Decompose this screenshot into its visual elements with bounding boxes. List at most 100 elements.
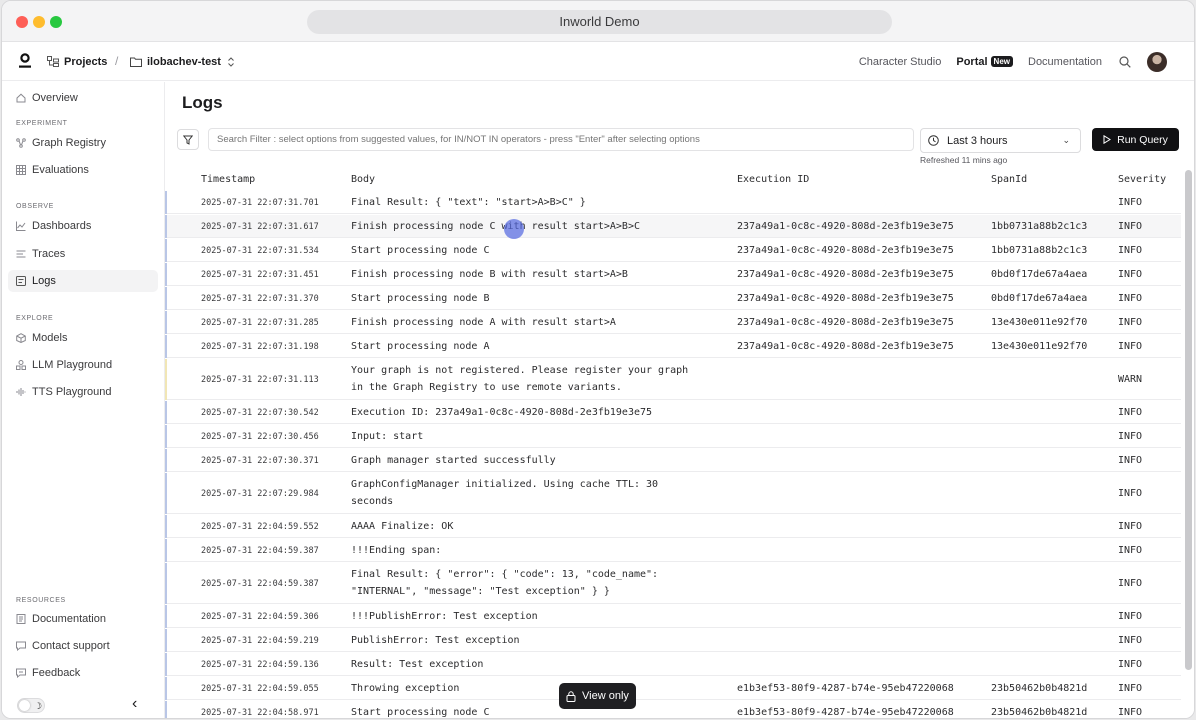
table-row[interactable]: 2025-07-31 22:07:31.198 Start processing …: [165, 335, 1181, 358]
table-row[interactable]: 2025-07-31 22:04:59.136 Result: Test exce…: [165, 653, 1181, 676]
run-query-button[interactable]: Run Query: [1092, 128, 1179, 151]
table-row[interactable]: 2025-07-31 22:04:59.552 AAAA Finalize: OK…: [165, 515, 1181, 538]
nav-portal[interactable]: Portal New: [956, 56, 1013, 68]
table-row[interactable]: 2025-07-31 22:04:58.971 Start processing …: [165, 701, 1181, 718]
section-explore: EXPLORE: [16, 315, 54, 322]
table-row[interactable]: 2025-07-31 22:07:30.371 Graph manager sta…: [165, 449, 1181, 472]
run-query-label: Run Query: [1117, 133, 1168, 146]
cell-body: Input: start: [351, 431, 424, 442]
theme-toggle[interactable]: ☽: [17, 698, 45, 713]
project-selector[interactable]: ilobachev-test: [130, 42, 240, 81]
sidebar-item-graph-registry[interactable]: Graph Registry: [16, 132, 106, 154]
chevron-updown-icon: [228, 56, 234, 67]
cell-severity: INFO: [1118, 268, 1143, 280]
row-severity-bar: [165, 605, 167, 628]
breadcrumb-separator: /: [115, 54, 119, 68]
table-row[interactable]: 2025-07-31 22:07:31.285 Finish processing…: [165, 311, 1181, 334]
maximize-window-button[interactable]: [50, 16, 62, 28]
table-row[interactable]: 2025-07-31 22:07:31.617 Finish processing…: [165, 215, 1181, 238]
table-row[interactable]: 2025-07-31 22:07:31.701 Final Result: { "…: [165, 191, 1181, 214]
cell-body: "INTERNAL", "message": "Test exception" …: [351, 586, 610, 597]
avatar[interactable]: [1147, 51, 1167, 72]
cell-body: !!!PublishError: Test exception: [351, 611, 538, 622]
sidebar-item-feedback[interactable]: Feedback: [16, 662, 80, 684]
cell-body: Finish processing node C with result sta…: [351, 221, 640, 232]
cell-timestamp: 2025-07-31 22:07:30.542: [201, 407, 319, 418]
table-header: Timestamp Body Execution ID SpanId Sever…: [165, 170, 1181, 191]
sidebar-item-documentation[interactable]: Documentation: [16, 608, 106, 630]
clock-icon: [928, 135, 939, 146]
column-header-timestamp[interactable]: Timestamp: [201, 174, 255, 185]
sidebar-item-llm-playground[interactable]: LLM Playground: [16, 354, 112, 376]
cell-body: seconds: [351, 496, 394, 507]
table-row[interactable]: 2025-07-31 22:04:59.306 !!!PublishError: …: [165, 605, 1181, 628]
column-header-severity[interactable]: Severity: [1118, 174, 1166, 185]
table-row[interactable]: 2025-07-31 22:07:31.534 Start processing …: [165, 239, 1181, 262]
page-title: Logs: [182, 93, 223, 112]
view-only-label: View only: [582, 690, 629, 702]
list-icon: [16, 250, 26, 258]
table-row[interactable]: 2025-07-31 22:07:29.984 GraphConfigManage…: [165, 473, 1181, 514]
nav-portal-label: Portal: [956, 55, 988, 68]
nav-documentation[interactable]: Documentation: [1028, 56, 1102, 68]
moon-icon: ☽: [34, 701, 43, 711]
table-row[interactable]: 2025-07-31 22:07:30.456 Input: start INFO: [165, 425, 1181, 448]
row-severity-bar: [165, 677, 167, 700]
table-row[interactable]: 2025-07-31 22:07:31.451 Finish processing…: [165, 263, 1181, 286]
sidebar-item-evaluations[interactable]: Evaluations: [16, 159, 89, 181]
column-header-body[interactable]: Body: [351, 174, 375, 185]
sidebar-item-label: LLM Playground: [32, 359, 113, 371]
cell-body: Start processing node C: [351, 245, 490, 256]
table-row[interactable]: 2025-07-31 22:04:59.387 !!!Ending span: IN…: [165, 539, 1181, 562]
column-header-span-id[interactable]: SpanId: [991, 174, 1027, 185]
cell-span-id: 0bd0f17de67a4aea: [991, 292, 1088, 304]
minimize-window-button[interactable]: [33, 16, 45, 28]
sidebar-item-tts-playground[interactable]: TTS Playground: [16, 381, 111, 403]
sidebar-item-label: Graph Registry: [32, 137, 106, 149]
search-filter-input[interactable]: [208, 128, 914, 151]
cell-severity: INFO: [1118, 340, 1143, 352]
filter-button[interactable]: [177, 129, 199, 150]
cell-severity: WARN: [1118, 373, 1143, 385]
time-range-value: Last 3 hours: [947, 134, 1008, 147]
cell-body: Your graph is not registered. Please reg…: [351, 365, 689, 376]
sidebar-item-models[interactable]: Models: [16, 327, 67, 349]
row-severity-bar: [165, 359, 167, 400]
row-severity-bar: [165, 539, 167, 562]
table-row[interactable]: 2025-07-31 22:07:31.370 Start processing …: [165, 287, 1181, 310]
collapse-sidebar-icon[interactable]: ‹: [132, 695, 137, 713]
table-row[interactable]: 2025-07-31 22:04:59.387 Final Result: { "…: [165, 563, 1181, 604]
row-severity-bar: [165, 653, 167, 676]
filter-icon: [183, 135, 193, 145]
projects-label: Projects: [64, 55, 108, 68]
sidebar-item-label: Models: [32, 332, 68, 344]
sidebar-item-overview[interactable]: Overview: [16, 87, 78, 109]
table-row[interactable]: 2025-07-31 22:04:59.219 PublishError: Tes…: [165, 629, 1181, 652]
scrollbar[interactable]: [1185, 170, 1192, 670]
sidebar-item-label: Feedback: [32, 667, 81, 679]
sidebar-item-traces[interactable]: Traces: [16, 243, 65, 265]
cell-severity: INFO: [1118, 610, 1143, 622]
nav-character-studio[interactable]: Character Studio: [859, 56, 942, 68]
table-row[interactable]: 2025-07-31 22:07:30.542 Execution ID: 237…: [165, 401, 1181, 424]
close-window-button[interactable]: [16, 16, 28, 28]
table-row[interactable]: 2025-07-31 22:04:59.055 Throwing exceptio…: [165, 677, 1181, 700]
cell-body: Final Result: { "text": "start>A>B>C" }: [351, 197, 586, 208]
sidebar-item-contact-support[interactable]: Contact support: [16, 635, 110, 657]
cell-body: Graph manager started successfully: [351, 455, 556, 466]
search-icon[interactable]: [1119, 55, 1131, 68]
cell-timestamp: 2025-07-31 22:07:31.370: [201, 293, 319, 304]
time-range-select[interactable]: Last 3 hours ⌄: [920, 128, 1081, 153]
column-header-execution-id[interactable]: Execution ID: [737, 174, 809, 185]
projects-icon: [47, 56, 59, 67]
breadcrumb-projects[interactable]: Projects: [47, 42, 107, 81]
row-severity-bar: [165, 335, 167, 358]
table-row[interactable]: 2025-07-31 22:07:31.113 Your graph is not…: [165, 359, 1181, 400]
sidebar-item-logs[interactable]: Logs: [8, 270, 158, 292]
row-severity-bar: [165, 239, 167, 262]
cell-severity: INFO: [1118, 316, 1143, 328]
inworld-logo[interactable]: [18, 53, 32, 69]
address-bar[interactable]: Inworld Demo: [307, 10, 892, 34]
cell-timestamp: 2025-07-31 22:04:58.971: [201, 707, 319, 718]
sidebar-item-dashboards[interactable]: Dashboards: [16, 215, 91, 237]
